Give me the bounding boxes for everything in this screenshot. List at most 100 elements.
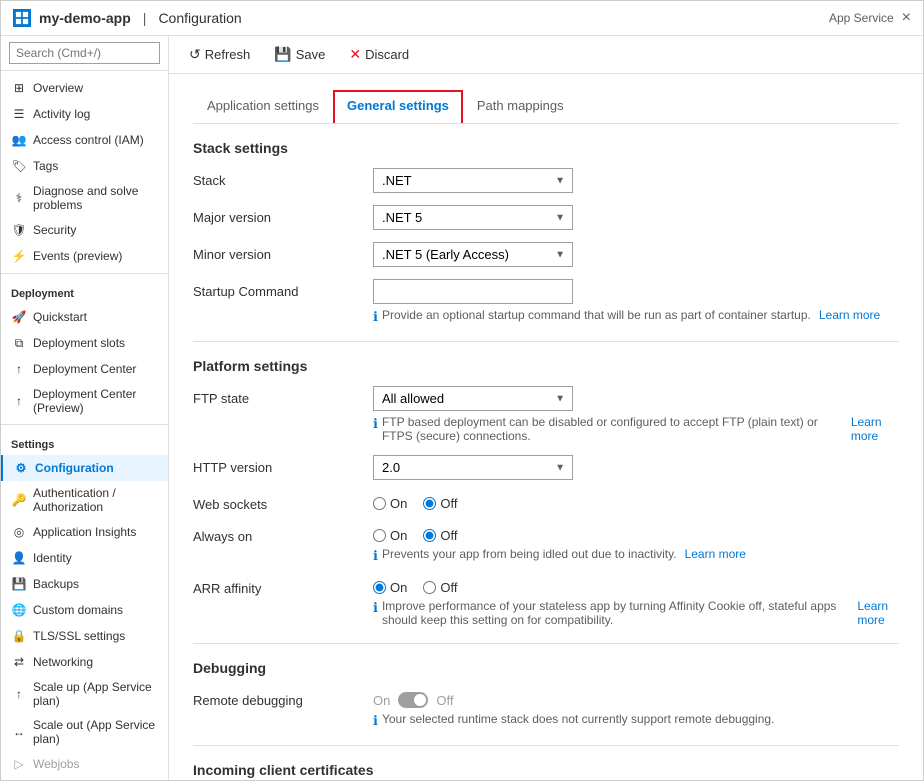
web-sockets-off-radio[interactable] xyxy=(423,497,436,510)
tab-general-settings[interactable]: General settings xyxy=(333,90,463,123)
close-button[interactable]: × xyxy=(902,9,911,27)
content-area: Application settings General settings Pa… xyxy=(169,74,923,780)
sidebar-label-quickstart: Quickstart xyxy=(33,310,87,324)
web-sockets-radio-group: On Off xyxy=(373,492,899,511)
shield-icon: 🛡 xyxy=(11,222,27,238)
http-version-select[interactable]: 2.0 xyxy=(373,455,573,480)
info-icon: ℹ xyxy=(373,309,378,325)
search-box[interactable] xyxy=(1,36,168,71)
auth-icon: 🔑 xyxy=(11,492,27,508)
sidebar-item-custom-domains[interactable]: 🌐 Custom domains xyxy=(1,597,168,623)
sidebar-label-custom-domains: Custom domains xyxy=(33,603,123,617)
discard-button[interactable]: ✕ Discard xyxy=(345,44,413,65)
always-on-off-label[interactable]: Off xyxy=(423,528,457,543)
sidebar-item-scale-up[interactable]: ↑ Scale up (App Service plan) xyxy=(1,675,168,713)
incoming-certificates-title: Incoming client certificates xyxy=(193,762,899,778)
sidebar-item-security[interactable]: 🛡 Security xyxy=(1,217,168,243)
remote-debugging-label: Remote debugging xyxy=(193,688,373,708)
save-button[interactable]: 💾 Save xyxy=(270,44,329,65)
sidebar-label-auth-auth: Authentication / Authorization xyxy=(33,486,158,514)
section-label-settings: Settings xyxy=(1,429,168,455)
sidebar-item-networking[interactable]: ⇄ Networking xyxy=(1,649,168,675)
debugging-title: Debugging xyxy=(193,660,899,676)
sidebar-item-events[interactable]: ⚡ Events (preview) xyxy=(1,243,168,269)
remote-debugging-control: On Off ℹ Your selected runtime stack doe… xyxy=(373,688,899,729)
minor-version-select-wrap: .NET 5 (Early Access) ▼ xyxy=(373,242,573,267)
always-on-learn-more-link[interactable]: Learn more xyxy=(685,547,746,561)
webjobs-icon: ▷ xyxy=(11,756,27,772)
arr-learn-more-link[interactable]: Learn more xyxy=(857,599,899,627)
sidebar-item-deployment-center-preview[interactable]: ↑ Deployment Center (Preview) xyxy=(1,382,168,420)
sidebar-item-webjobs[interactable]: ▷ Webjobs xyxy=(1,751,168,777)
http-version-label: HTTP version xyxy=(193,455,373,475)
sidebar-label-configuration: Configuration xyxy=(35,461,114,475)
http-version-control: 2.0 ▼ xyxy=(373,455,899,480)
sidebar-label-tls-ssl: TLS/SSL settings xyxy=(33,629,125,643)
ftp-state-select[interactable]: All allowed xyxy=(373,386,573,411)
people-icon: 👥 xyxy=(11,132,27,148)
sidebar-label-deployment-slots: Deployment slots xyxy=(33,336,125,350)
startup-command-control: ℹ Provide an optional startup command th… xyxy=(373,279,899,325)
sidebar-item-identity[interactable]: 👤 Identity xyxy=(1,545,168,571)
arr-affinity-on-radio[interactable] xyxy=(373,581,386,594)
web-sockets-control: On Off xyxy=(373,492,899,511)
sidebar-item-access-control[interactable]: 👥 Access control (IAM) xyxy=(1,127,168,153)
scale-out-icon: ↔ xyxy=(11,724,27,740)
sidebar-item-backups[interactable]: 💾 Backups xyxy=(1,571,168,597)
sidebar-item-diagnose[interactable]: ⚕ Diagnose and solve problems xyxy=(1,179,168,217)
sidebar-item-auth-auth[interactable]: 🔑 Authentication / Authorization xyxy=(1,481,168,519)
minor-version-select[interactable]: .NET 5 (Early Access) xyxy=(373,242,573,267)
always-on-control: On Off ℹ Prevents your app from being id… xyxy=(373,524,899,564)
http-version-row: HTTP version 2.0 ▼ xyxy=(193,455,899,480)
always-on-off-radio[interactable] xyxy=(423,529,436,542)
sidebar-item-deployment-center[interactable]: ↑ Deployment Center xyxy=(1,356,168,382)
tab-path-mappings[interactable]: Path mappings xyxy=(463,90,578,123)
sidebar-item-push[interactable]: 🔔 Push xyxy=(1,777,168,780)
always-on-on-radio[interactable] xyxy=(373,529,386,542)
tab-application-settings[interactable]: Application settings xyxy=(193,90,333,123)
sidebar-nav: ⊞ Overview ☰ Activity log 👥 Access contr… xyxy=(1,71,168,780)
web-sockets-on-radio[interactable] xyxy=(373,497,386,510)
identity-icon: 👤 xyxy=(11,550,27,566)
sidebar-label-diagnose: Diagnose and solve problems xyxy=(33,184,158,212)
sidebar-item-scale-out[interactable]: ↔ Scale out (App Service plan) xyxy=(1,713,168,751)
ftp-learn-more-link[interactable]: Learn more xyxy=(851,415,899,443)
always-on-on-label[interactable]: On xyxy=(373,528,407,543)
startup-learn-more-link[interactable]: Learn more xyxy=(819,308,880,322)
center-icon: ↑ xyxy=(11,361,27,377)
search-input[interactable] xyxy=(9,42,160,64)
sidebar-item-tags[interactable]: 🏷 Tags xyxy=(1,153,168,179)
discard-icon: ✕ xyxy=(349,46,361,63)
save-label: Save xyxy=(296,47,326,62)
stack-label: Stack xyxy=(193,168,373,188)
major-version-row: Major version .NET 5 ▼ xyxy=(193,205,899,230)
insights-icon: ◎ xyxy=(11,524,27,540)
sidebar-item-app-insights[interactable]: ◎ Application Insights xyxy=(1,519,168,545)
major-version-select[interactable]: .NET 5 xyxy=(373,205,573,230)
sidebar-item-quickstart[interactable]: 🚀 Quickstart xyxy=(1,304,168,330)
always-on-off-text: Off xyxy=(440,528,457,543)
stack-row: Stack .NET ▼ xyxy=(193,168,899,193)
arr-affinity-off-radio[interactable] xyxy=(423,581,436,594)
diagnose-icon: ⚕ xyxy=(11,190,27,206)
web-sockets-on-text: On xyxy=(390,496,407,511)
remote-debug-on-label: On xyxy=(373,693,390,708)
arr-affinity-on-label[interactable]: On xyxy=(373,580,407,595)
sidebar-item-overview[interactable]: ⊞ Overview xyxy=(1,75,168,101)
refresh-button[interactable]: ↺ Refresh xyxy=(185,44,254,65)
web-sockets-off-label[interactable]: Off xyxy=(423,496,457,511)
always-on-label: Always on xyxy=(193,524,373,544)
sidebar-item-configuration[interactable]: ⚙ Configuration xyxy=(1,455,168,481)
sidebar-item-activity-log[interactable]: ☰ Activity log xyxy=(1,101,168,127)
sidebar-label-deployment-center-preview: Deployment Center (Preview) xyxy=(33,387,158,415)
page-title: Configuration xyxy=(158,10,241,26)
sidebar-item-deployment-slots[interactable]: ⧉ Deployment slots xyxy=(1,330,168,356)
sidebar: ⊞ Overview ☰ Activity log 👥 Access contr… xyxy=(1,36,169,780)
startup-command-input[interactable] xyxy=(373,279,573,304)
remote-debug-toggle-group: On Off xyxy=(373,688,899,708)
arr-affinity-off-label[interactable]: Off xyxy=(423,580,457,595)
sidebar-item-tls-ssl[interactable]: 🔒 TLS/SSL settings xyxy=(1,623,168,649)
web-sockets-on-label[interactable]: On xyxy=(373,496,407,511)
arr-affinity-on-text: On xyxy=(390,580,407,595)
stack-select[interactable]: .NET xyxy=(373,168,573,193)
